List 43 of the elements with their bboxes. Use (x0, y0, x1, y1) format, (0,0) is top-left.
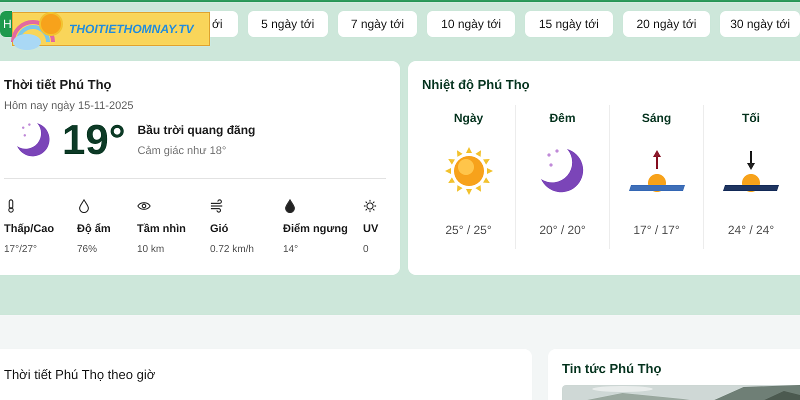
forecast-tab[interactable]: 7 ngày tới (338, 11, 418, 37)
condition-text: Bầu trời quang đãng (138, 122, 256, 139)
period-temperature: 25° / 25° (445, 222, 492, 238)
stat-value: 0.72 km/h (210, 242, 254, 256)
eye-icon (137, 199, 151, 213)
dew-drop-icon (283, 199, 297, 213)
drop-icon (77, 199, 91, 213)
stat-label: Tầm nhìn (137, 222, 186, 237)
forecast-tab[interactable]: 10 ngày tới (427, 11, 515, 37)
stat-label: Điểm ngưng (283, 222, 348, 237)
forecast-tab[interactable]: ới (210, 11, 238, 37)
feels-like-text: Cảm giác như 18° (138, 144, 228, 159)
forecast-tab[interactable]: H (0, 11, 12, 37)
stat-value: 0 (363, 242, 369, 256)
period-label: Tối (742, 110, 760, 126)
stat-label: UV (363, 222, 378, 237)
card-title: Thời tiết Phú Thọ theo giờ (4, 366, 156, 384)
stat-label: Gió (210, 222, 228, 237)
period-temperature: 20° / 20° (539, 222, 586, 238)
stat-label: Thấp/Cao (4, 222, 54, 237)
wind-icon (210, 199, 224, 213)
sun-icon (442, 144, 494, 196)
card-title: Tin tức Phú Thọ (562, 360, 662, 378)
stat-value: 76% (77, 242, 98, 256)
date-text: Hôm nay ngày 15-11-2025 (4, 98, 134, 114)
period-temperature: 24° / 24° (728, 222, 774, 238)
temperature-reading: 19° (62, 116, 126, 164)
forecast-tab[interactable]: 30 ngày tới (720, 11, 800, 37)
stat-value: 14° (283, 242, 298, 256)
period-temperature: 17° / 17° (633, 222, 680, 238)
forecast-tab[interactable]: 5 ngày tới (248, 11, 328, 37)
stat-value: 10 km (137, 242, 164, 256)
stat-value: 17°/27° (4, 242, 38, 256)
forecast-tab[interactable]: 20 ngày tới (622, 11, 710, 37)
period-label: Đêm (549, 110, 576, 126)
stat-label: Độ ẩm (77, 222, 111, 237)
sun-outline-icon (363, 199, 377, 213)
period-label: Sáng (642, 110, 672, 126)
card-title: Thời tiết Phú Thọ (4, 76, 112, 94)
card-title: Nhiệt độ Phú Thọ (422, 76, 531, 94)
forecast-tab[interactable]: 15 ngày tới (524, 11, 613, 37)
period-label: Ngày (454, 110, 484, 126)
logo-text: THOITIETHOMNAY.TV (69, 21, 194, 38)
